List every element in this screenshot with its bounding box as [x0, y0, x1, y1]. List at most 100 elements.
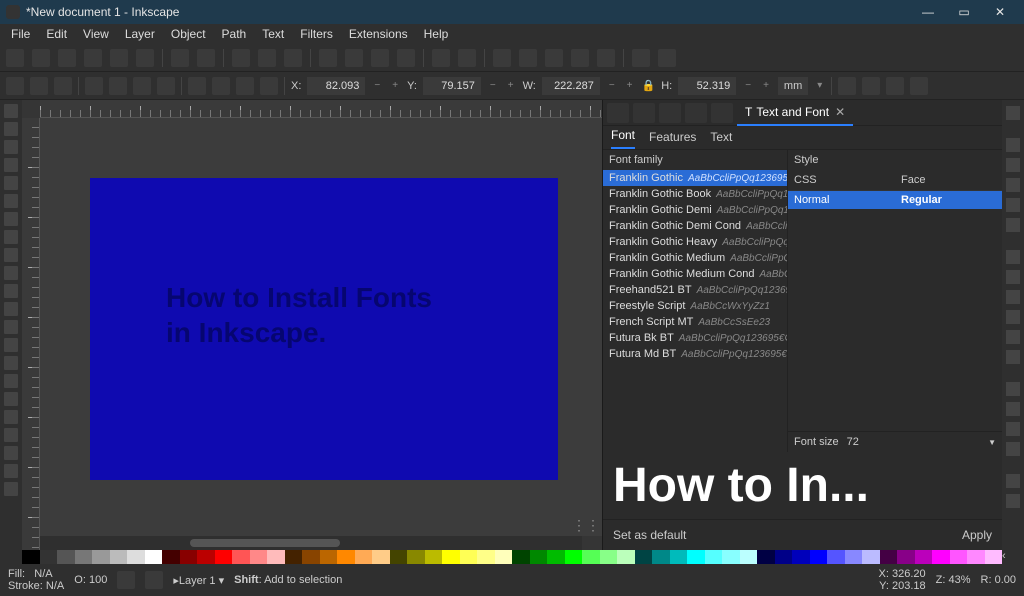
menu-layer[interactable]: Layer	[118, 27, 162, 41]
swatch[interactable]	[145, 550, 163, 564]
swatch[interactable]	[267, 550, 285, 564]
copy-button[interactable]	[232, 49, 250, 67]
swatch[interactable]	[75, 550, 93, 564]
swatch[interactable]	[372, 550, 390, 564]
spray-tool[interactable]	[4, 392, 18, 406]
lpe-tool[interactable]	[4, 446, 18, 460]
x-minus[interactable]: −	[371, 80, 383, 91]
redo-button[interactable]	[197, 49, 215, 67]
snap-corner-toggle[interactable]	[1006, 178, 1020, 192]
snap-path-toggle[interactable]	[1006, 270, 1020, 284]
rotate-ccw-button[interactable]	[85, 77, 103, 95]
y-minus[interactable]: −	[487, 80, 499, 91]
y-plus[interactable]: +	[505, 80, 517, 91]
undo-button[interactable]	[171, 49, 189, 67]
text-tool[interactable]	[4, 284, 18, 298]
swatch[interactable]	[582, 550, 600, 564]
swatch[interactable]	[652, 550, 670, 564]
swatch[interactable]	[985, 550, 1003, 564]
new-doc-button[interactable]	[6, 49, 24, 67]
font-family-list[interactable]: Franklin GothicAaBbCcliPpQq123695 Frankli…	[603, 170, 787, 452]
prefs-button[interactable]	[658, 49, 676, 67]
dialog-path-icon[interactable]	[711, 103, 733, 123]
subtab-text[interactable]: Text	[710, 130, 732, 149]
affect-pattern-button[interactable]	[910, 77, 928, 95]
swatch[interactable]	[162, 550, 180, 564]
node-tool[interactable]	[4, 122, 18, 136]
swatch[interactable]	[250, 550, 268, 564]
select-layers-button[interactable]	[30, 77, 48, 95]
swatch[interactable]	[880, 550, 898, 564]
h-input[interactable]: 52.319	[678, 77, 736, 95]
text-tool-button[interactable]	[493, 49, 511, 67]
snap-rotation-toggle[interactable]	[1006, 474, 1020, 488]
apply-button[interactable]: Apply	[962, 528, 992, 542]
font-row[interactable]: Franklin Gothic HeavyAaBbCcliPpQq1236	[603, 234, 787, 250]
spiral-tool[interactable]	[4, 212, 18, 226]
font-row[interactable]: Franklin GothicAaBbCcliPpQq123695	[603, 170, 787, 186]
units-dropdown[interactable]: mm	[778, 77, 808, 95]
export-button[interactable]	[136, 49, 154, 67]
snap-master-toggle[interactable]	[1006, 106, 1020, 120]
snap-intersect-toggle[interactable]	[1006, 290, 1020, 304]
unlink-button[interactable]	[371, 49, 389, 67]
dialog-export-icon[interactable]	[659, 103, 681, 123]
swatch[interactable]	[915, 550, 933, 564]
ruler-horizontal[interactable]	[40, 100, 602, 118]
swatch[interactable]	[722, 550, 740, 564]
menu-object[interactable]: Object	[164, 27, 213, 41]
swatch[interactable]	[932, 550, 950, 564]
swatch[interactable]	[512, 550, 530, 564]
swatch[interactable]	[757, 550, 775, 564]
palette-menu-button[interactable]: ‹	[1002, 550, 1024, 564]
selectors-button[interactable]	[632, 49, 650, 67]
xml-button[interactable]	[519, 49, 537, 67]
menu-path[interactable]: Path	[215, 27, 254, 41]
open-button[interactable]	[32, 49, 50, 67]
canvas-area[interactable]: How to Install Fontsin Inkscape. ⋮⋮	[22, 100, 602, 550]
snap-cusp-toggle[interactable]	[1006, 310, 1020, 324]
swatch[interactable]	[390, 550, 408, 564]
snap-bbox-toggle[interactable]	[1006, 138, 1020, 152]
swatch[interactable]	[827, 550, 845, 564]
font-row[interactable]: Franklin Gothic Medium CondAaBbCcliPpQq	[603, 266, 787, 282]
swatch[interactable]	[197, 550, 215, 564]
print-button[interactable]	[84, 49, 102, 67]
h-minus[interactable]: −	[742, 80, 754, 91]
ruler-vertical[interactable]	[22, 118, 40, 550]
rect-tool[interactable]	[4, 140, 18, 154]
menu-text[interactable]: Text	[255, 27, 291, 41]
menu-file[interactable]: File	[4, 27, 37, 41]
snap-node-toggle[interactable]	[1006, 250, 1020, 264]
flip-h-button[interactable]	[133, 77, 151, 95]
star-tool[interactable]	[4, 176, 18, 190]
circle-tool[interactable]	[4, 158, 18, 172]
dialog-fillstroke-icon[interactable]	[685, 103, 707, 123]
swatch[interactable]	[337, 550, 355, 564]
stroke-swatch[interactable]: N/A	[46, 580, 64, 592]
color-palette[interactable]: ‹	[0, 550, 1024, 564]
font-size-dropdown[interactable]: ▼	[988, 438, 996, 447]
swatch[interactable]	[617, 550, 635, 564]
vis-toggle[interactable]	[117, 571, 135, 589]
import-button[interactable]	[110, 49, 128, 67]
canvas-text[interactable]: How to Install Fontsin Inkscape.	[166, 280, 432, 350]
swatch[interactable]	[547, 550, 565, 564]
set-default-button[interactable]: Set as default	[613, 528, 686, 542]
y-input[interactable]: 79.157	[423, 77, 481, 95]
swatch[interactable]	[355, 550, 373, 564]
swatch[interactable]	[950, 550, 968, 564]
snap-grid-toggle[interactable]	[1006, 422, 1020, 436]
paintbucket-tool[interactable]	[4, 356, 18, 370]
swatch[interactable]	[495, 550, 513, 564]
swatch[interactable]	[687, 550, 705, 564]
zoom-page-button[interactable]	[458, 49, 476, 67]
swatch[interactable]	[460, 550, 478, 564]
swatch[interactable]	[477, 550, 495, 564]
x-plus[interactable]: +	[389, 80, 401, 91]
group-button[interactable]	[397, 49, 415, 67]
swatch[interactable]	[232, 550, 250, 564]
x-input[interactable]: 82.093	[307, 77, 365, 95]
swatch[interactable]	[40, 550, 58, 564]
zoom-tool[interactable]	[4, 464, 18, 478]
